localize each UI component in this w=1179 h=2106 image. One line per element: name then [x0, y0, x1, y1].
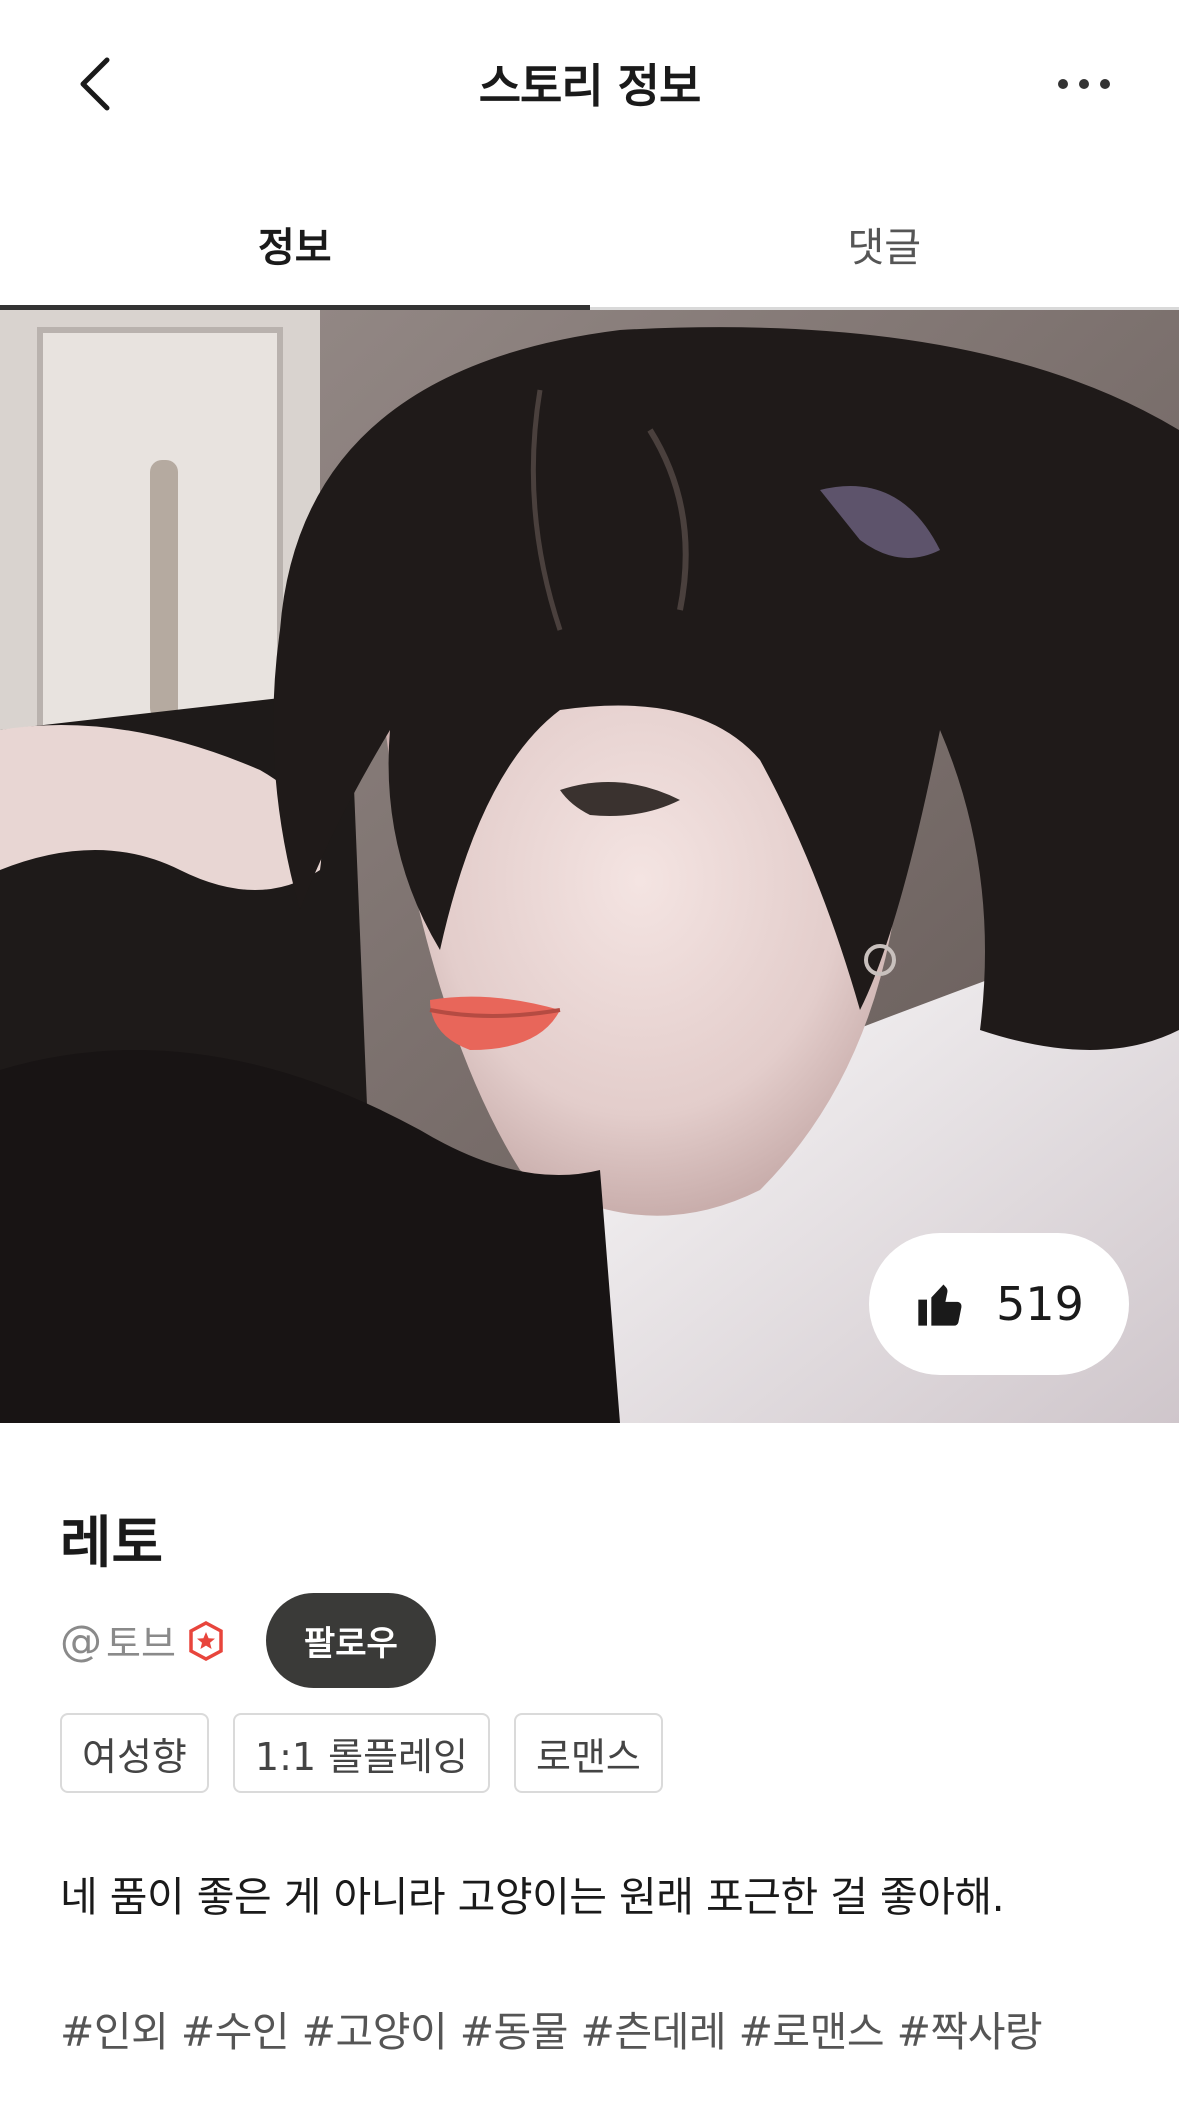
hashtag-list: #인외 #수인 #고양이 #동물 #츤데레 #로맨스 #짝사랑 [60, 2008, 1043, 2056]
story-title: 레토 [60, 1511, 164, 1576]
thumbs-up-icon [918, 1284, 962, 1326]
tag-chip[interactable]: 1:1 롤플레잉 [232, 1713, 490, 1793]
star-badge-icon [189, 1620, 223, 1661]
top-bar: 스토리 정보 [0, 0, 1179, 165]
tab-comments[interactable]: 댓글 [590, 180, 1179, 307]
back-button[interactable] [60, 44, 130, 124]
story-description: 네 품이 좋은 게 아니라 고양이는 원래 포근한 걸 좋아해. [60, 1873, 1005, 1921]
author-name[interactable]: 토브 [106, 1613, 176, 1668]
more-button[interactable] [1039, 44, 1129, 124]
tab-bar: 정보 댓글 [0, 180, 1179, 310]
tab-info[interactable]: 정보 [0, 180, 590, 310]
author-row: @ 토브 팔로우 [60, 1593, 436, 1688]
tag-chip[interactable]: 여성향 [60, 1713, 209, 1793]
chevron-left-icon [80, 57, 110, 111]
like-button[interactable]: 519 [869, 1233, 1129, 1375]
more-horizontal-icon [1058, 79, 1110, 89]
genre-tags: 여성향 1:1 롤플레잉 로맨스 [60, 1713, 663, 1793]
tag-chip[interactable]: 로맨스 [513, 1713, 663, 1793]
page-title: 스토리 정보 [478, 58, 702, 113]
cover-image: 519 [0, 310, 1179, 1423]
like-count: 519 [996, 1277, 1084, 1331]
follow-button[interactable]: 팔로우 [265, 1593, 436, 1688]
at-symbol: @ [60, 1616, 102, 1665]
